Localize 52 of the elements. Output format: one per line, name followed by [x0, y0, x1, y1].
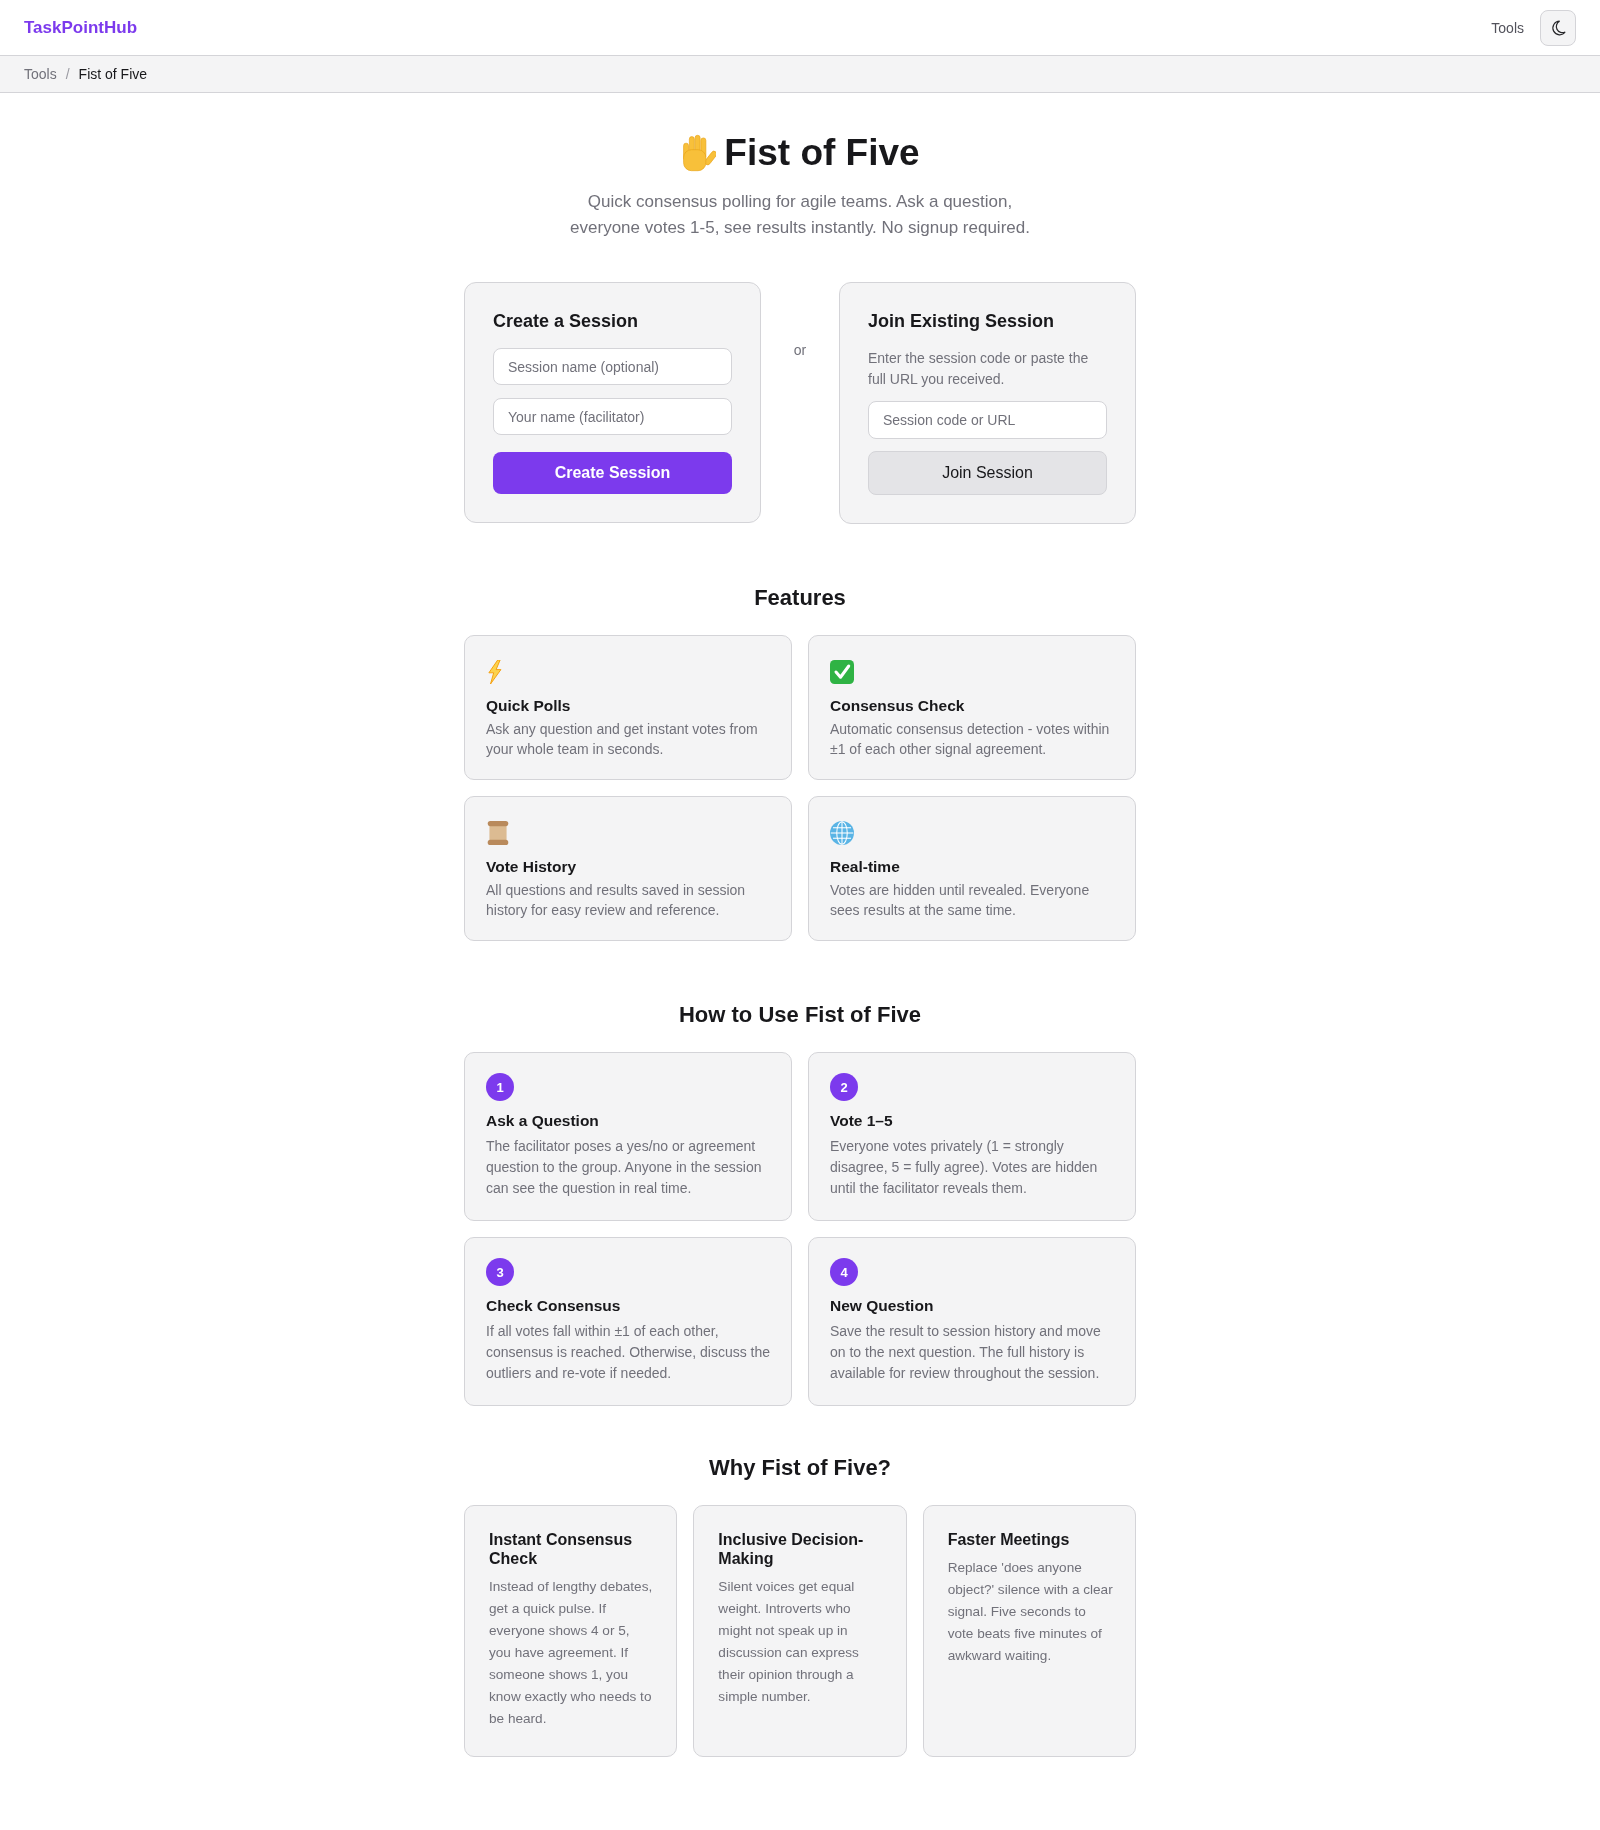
step-number: 4 — [830, 1258, 858, 1286]
feature-description: Votes are hidden until revealed. Everyone sees results at the same time. — [830, 881, 1091, 920]
section-heading: How to Use Fist of Five — [679, 1002, 921, 1028]
feature-title: Consensus Check — [830, 696, 965, 716]
feature-description: Automatic consensus detection - votes within ±1 of each other signal agreement. — [830, 720, 1111, 759]
create-session-button[interactable]: Create Session — [493, 452, 732, 494]
benefit-description: Replace 'does anyone object?' silence with a clear signal. Five seconds to vote beats five minutes of awkward waiting. — [947, 1559, 1113, 1665]
feature-title: Quick Polls — [486, 696, 571, 716]
breadcrumb-link[interactable]: Tools — [24, 66, 57, 82]
feature-title: Real-time — [830, 857, 900, 877]
step-number: 2 — [830, 1073, 858, 1101]
session-name-field[interactable]: Session name (optional) — [493, 348, 732, 385]
benefit-description: Instead of lengthy debates, get a quick pulse. If everyone shows 4 or 5, you have agreement. If someone shows 1, you know exactly who needs to be heard. — [489, 1578, 654, 1728]
card-heading: Join Existing Session — [868, 310, 1056, 332]
step-description: Save the result to session history and move on to the next question. The full history is available for review throughout the session. — [830, 1322, 1102, 1383]
card-heading: Create a Session — [493, 310, 640, 332]
step-title: Vote 1–5 — [830, 1111, 893, 1131]
breadcrumb-current-page: Fist of Five — [78, 66, 148, 82]
moon-icon — [1550, 19, 1566, 36]
step-number: 1 — [486, 1073, 514, 1101]
feature-title: Vote History — [486, 857, 577, 877]
benefit-description: Silent voices get equal weight. Introverts who might not speak up in discussion can express their opinion through a simple number. — [718, 1578, 860, 1706]
step-title: Ask a Question — [486, 1111, 599, 1131]
page-title: Fist of Five — [724, 131, 920, 175]
nav-link[interactable]: Tools — [1491, 19, 1524, 36]
session-code-field[interactable]: Session code or URL — [868, 401, 1107, 439]
hand-icon — [680, 134, 717, 172]
step-description: Everyone votes privately (1 = strongly disagree, 5 = fully agree). Votes are hidden until the facilitator reveals them. — [830, 1137, 1099, 1198]
section-heading: Why Fist of Five? — [708, 1455, 892, 1481]
step-title: New Question — [830, 1296, 934, 1316]
theme-toggle-button[interactable] — [1540, 9, 1576, 46]
lightning-icon — [486, 660, 503, 684]
step-number: 3 — [486, 1258, 514, 1286]
card-description: Enter the session code or paste the full URL you received. — [868, 349, 1090, 389]
step-description: The facilitator poses a yes/no or agreement question to the group. Anyone in the session can see the question in real time. — [486, 1137, 763, 1198]
join-session-button[interactable]: Join Session — [868, 451, 1107, 495]
benefit-title: Instant Consensus Check — [489, 1530, 634, 1568]
or-label: or — [793, 341, 807, 359]
checkmark-icon — [830, 660, 854, 684]
feature-description: All questions and results saved in session history for easy review and reference. — [486, 881, 747, 920]
feature-description: Ask any question and get instant votes from your whole team in seconds. — [486, 720, 759, 759]
benefit-title: Faster Meetings — [947, 1530, 1071, 1549]
breadcrumb-separator: / — [65, 66, 70, 82]
benefit-title: Inclusive Decision-Making — [718, 1530, 865, 1568]
page-subtitle: Quick consensus polling for agile teams. Ask a question, everyone votes 1-5, see results instantly. No signup required. — [569, 191, 1031, 239]
section-heading: Features — [754, 585, 846, 611]
logo[interactable]: TaskPointHub — [24, 17, 138, 38]
step-description: If all votes fall within ±1 of each other, consensus is reached. Otherwise, discuss the outliers and re-vote if needed. — [486, 1322, 771, 1383]
step-title: Check Consensus — [486, 1296, 621, 1316]
globe-icon — [830, 821, 854, 845]
facilitator-name-field[interactable]: Your name (facilitator) — [493, 398, 732, 435]
scroll-icon — [486, 821, 510, 845]
